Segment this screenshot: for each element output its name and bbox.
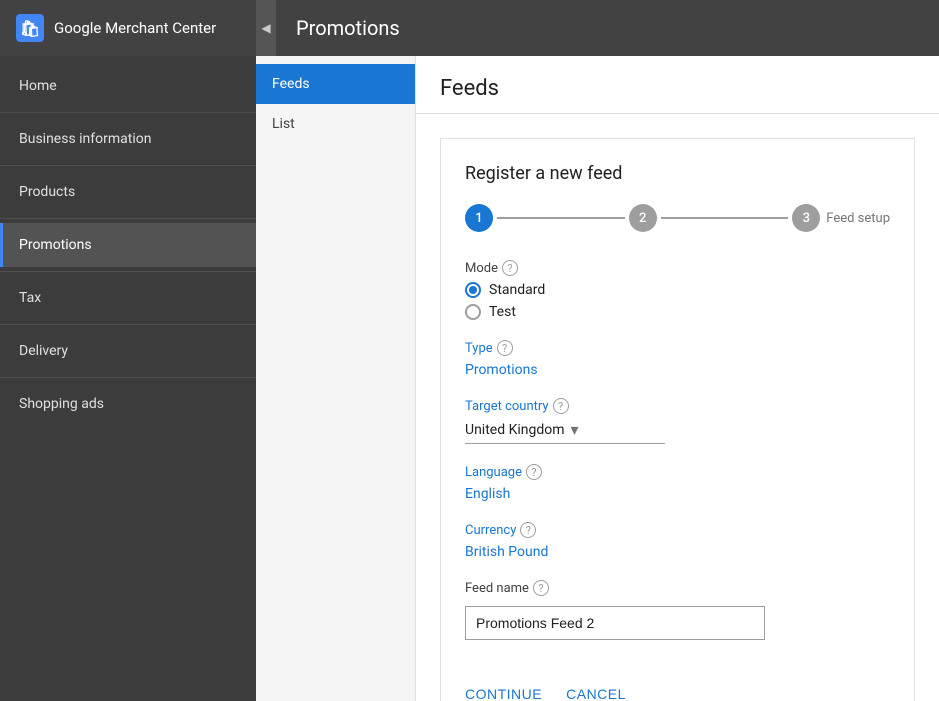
logo-text: Google Merchant Center [54, 19, 216, 37]
step-line-1 [497, 217, 625, 219]
sidebar-item-label: Business information [19, 131, 151, 147]
step-3-label: Feed setup [826, 211, 890, 226]
mode-standard-radio[interactable] [465, 282, 481, 298]
sidebar-item-business-information[interactable]: Business information [0, 117, 256, 161]
currency-help-icon[interactable]: ? [520, 522, 536, 538]
target-country-value: United Kingdom [465, 422, 565, 438]
sidebar: Home Business information Products Promo… [0, 56, 256, 701]
mode-field-group: Mode ? Standard Test [465, 260, 890, 320]
sidebar-item-shopping-ads[interactable]: Shopping ads [0, 382, 256, 426]
mode-test-radio[interactable] [465, 304, 481, 320]
step-3-circle: 3 [792, 204, 820, 232]
sub-nav-item-label: List [272, 116, 295, 132]
sidebar-item-label: Delivery [19, 343, 68, 359]
sidebar-divider [0, 218, 256, 219]
mode-test-option[interactable]: Test [465, 304, 890, 320]
mode-help-icon[interactable]: ? [502, 260, 518, 276]
continue-button[interactable]: CONTINUE [465, 680, 542, 701]
mode-standard-option[interactable]: Standard [465, 282, 890, 298]
sub-nav-item-list[interactable]: List [256, 104, 415, 144]
cancel-button[interactable]: CANCEL [566, 680, 626, 701]
sidebar-item-delivery[interactable]: Delivery [0, 329, 256, 373]
sidebar-item-products[interactable]: Products [0, 170, 256, 214]
step-1-circle: 1 [465, 204, 493, 232]
feeds-title: Feeds [440, 76, 915, 101]
feed-name-field-group: Feed name ? [465, 580, 890, 640]
sidebar-divider [0, 271, 256, 272]
target-country-field-group: Target country ? United Kingdom ▾ [465, 398, 890, 444]
logo-area: 🛍 Google Merchant Center [0, 14, 256, 42]
sidebar-item-label: Shopping ads [19, 396, 104, 412]
feed-name-label: Feed name ? [465, 580, 890, 596]
language-help-icon[interactable]: ? [526, 464, 542, 480]
language-field-group: Language ? English [465, 464, 890, 502]
action-row: CONTINUE CANCEL [465, 664, 890, 701]
sub-nav-item-label: Feeds [272, 76, 310, 92]
type-value: Promotions [465, 362, 890, 378]
type-label: Type ? [465, 340, 890, 356]
feeds-section-header: Feeds [416, 56, 939, 114]
register-feed-title: Register a new feed [465, 163, 890, 184]
sidebar-item-label: Home [19, 78, 57, 94]
feed-name-help-icon[interactable]: ? [533, 580, 549, 596]
currency-label: Currency ? [465, 522, 890, 538]
mode-label: Mode ? [465, 260, 890, 276]
step-2-circle: 2 [629, 204, 657, 232]
sub-nav-item-feeds[interactable]: Feeds [256, 64, 415, 104]
top-header: 🛍 Google Merchant Center ◀ Promotions [0, 0, 939, 56]
target-country-dropdown[interactable]: United Kingdom ▾ [465, 420, 665, 444]
main-layout: Home Business information Products Promo… [0, 56, 939, 701]
language-label: Language ? [465, 464, 890, 480]
sidebar-divider [0, 165, 256, 166]
sidebar-item-home[interactable]: Home [0, 64, 256, 108]
sidebar-divider [0, 324, 256, 325]
chevron-left-icon: ◀ [261, 21, 270, 35]
chevron-down-icon: ▾ [571, 420, 579, 439]
google-merchant-logo-icon: 🛍 [16, 14, 44, 42]
type-field-group: Type ? Promotions [465, 340, 890, 378]
content-area: Feeds Register a new feed 1 2 3 [416, 56, 939, 701]
page-title: Promotions [276, 16, 400, 40]
register-feed-card: Register a new feed 1 2 3 Feed setup [440, 138, 915, 701]
sidebar-item-tax[interactable]: Tax [0, 276, 256, 320]
sidebar-divider [0, 377, 256, 378]
language-value: English [465, 486, 890, 502]
sidebar-divider [0, 112, 256, 113]
sub-nav: Feeds List [256, 56, 416, 701]
feed-name-input[interactable] [465, 606, 765, 640]
currency-field-group: Currency ? British Pound [465, 522, 890, 560]
feeds-body: Register a new feed 1 2 3 Feed setup [416, 114, 939, 701]
collapse-sidebar-button[interactable]: ◀ [256, 0, 276, 56]
target-country-label: Target country ? [465, 398, 890, 414]
step-line-2 [661, 217, 789, 219]
radio-selected-dot [469, 286, 477, 294]
mode-radio-group: Standard Test [465, 282, 890, 320]
currency-value: British Pound [465, 544, 890, 560]
sidebar-item-label: Promotions [19, 237, 92, 253]
sidebar-item-label: Tax [19, 290, 41, 306]
sidebar-item-label: Products [19, 184, 75, 200]
type-help-icon[interactable]: ? [497, 340, 513, 356]
steps-indicator: 1 2 3 Feed setup [465, 204, 890, 232]
target-country-help-icon[interactable]: ? [553, 398, 569, 414]
sidebar-item-promotions[interactable]: Promotions [0, 223, 256, 267]
